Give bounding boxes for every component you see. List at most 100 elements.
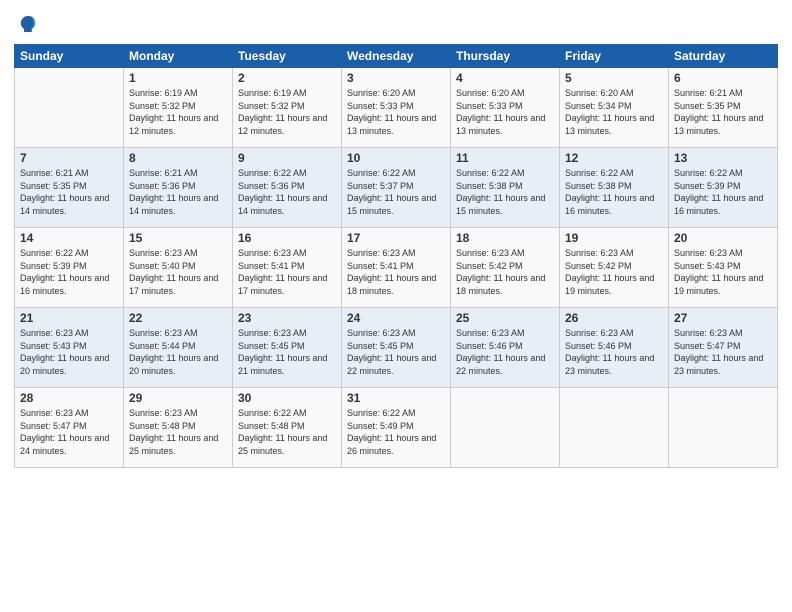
calendar-cell: 31Sunrise: 6:22 AMSunset: 5:49 PMDayligh… [342,388,451,468]
weekday-header-thursday: Thursday [451,45,560,68]
calendar-cell: 20Sunrise: 6:23 AMSunset: 5:43 PMDayligh… [669,228,778,308]
day-number: 28 [20,391,118,405]
day-info: Sunrise: 6:23 AMSunset: 5:41 PMDaylight:… [347,247,445,297]
weekday-header-sunday: Sunday [15,45,124,68]
day-number: 14 [20,231,118,245]
calendar-cell: 1 Sunrise: 6:19 AMSunset: 5:32 PMDaylight… [124,68,233,148]
week-row-4: 21 Sunrise: 6:23 AMSunset: 5:43 PMDayligh… [15,308,778,388]
calendar-cell: 4 Sunrise: 6:20 AMSunset: 5:33 PMDaylight… [451,68,560,148]
day-info: Sunrise: 6:23 AMSunset: 5:42 PMDaylight:… [456,247,554,297]
week-row-2: 7 Sunrise: 6:21 AMSunset: 5:35 PMDaylight… [15,148,778,228]
calendar-cell: 18Sunrise: 6:23 AMSunset: 5:42 PMDayligh… [451,228,560,308]
day-info: Sunrise: 6:22 AMSunset: 5:39 PMDaylight:… [20,247,118,297]
day-info: Sunrise: 6:23 AMSunset: 5:42 PMDaylight:… [565,247,663,297]
day-info: Sunrise: 6:23 AMSunset: 5:44 PMDaylight:… [129,327,227,377]
calendar-cell: 21 Sunrise: 6:23 AMSunset: 5:43 PMDayligh… [15,308,124,388]
calendar-cell: 22 Sunrise: 6:23 AMSunset: 5:44 PMDayligh… [124,308,233,388]
day-number: 5 [565,71,663,85]
day-number: 22 [129,311,227,325]
calendar-cell: 19 Sunrise: 6:23 AMSunset: 5:42 PMDayligh… [560,228,669,308]
day-info: Sunrise: 6:20 AMSunset: 5:34 PMDaylight:… [565,87,663,137]
day-info: Sunrise: 6:20 AMSunset: 5:33 PMDaylight:… [347,87,445,137]
day-info: Sunrise: 6:19 AMSunset: 5:32 PMDaylight:… [238,87,336,137]
header [14,12,778,36]
day-info: Sunrise: 6:22 AMSunset: 5:38 PMDaylight:… [565,167,663,217]
day-number: 6 [674,71,772,85]
day-number: 17 [347,231,445,245]
day-number: 25 [456,311,554,325]
week-row-3: 14 Sunrise: 6:22 AMSunset: 5:39 PMDayligh… [15,228,778,308]
calendar-cell [451,388,560,468]
calendar-cell: 12 Sunrise: 6:22 AMSunset: 5:38 PMDayligh… [560,148,669,228]
calendar-cell: 3 Sunrise: 6:20 AMSunset: 5:33 PMDaylight… [342,68,451,148]
day-info: Sunrise: 6:23 AMSunset: 5:43 PMDaylight:… [20,327,118,377]
calendar-cell: 6 Sunrise: 6:21 AMSunset: 5:35 PMDaylight… [669,68,778,148]
week-row-1: 1 Sunrise: 6:19 AMSunset: 5:32 PMDaylight… [15,68,778,148]
calendar-cell: 23 Sunrise: 6:23 AMSunset: 5:45 PMDayligh… [233,308,342,388]
day-number: 23 [238,311,336,325]
calendar-cell: 2 Sunrise: 6:19 AMSunset: 5:32 PMDaylight… [233,68,342,148]
day-info: Sunrise: 6:23 AMSunset: 5:46 PMDaylight:… [456,327,554,377]
logo [14,12,42,36]
day-info: Sunrise: 6:23 AMSunset: 5:47 PMDaylight:… [674,327,772,377]
calendar-cell: 24 Sunrise: 6:23 AMSunset: 5:45 PMDayligh… [342,308,451,388]
day-number: 13 [674,151,772,165]
calendar-cell: 9 Sunrise: 6:22 AMSunset: 5:36 PMDaylight… [233,148,342,228]
logo-icon [16,12,40,36]
day-info: Sunrise: 6:23 AMSunset: 5:47 PMDaylight:… [20,407,118,457]
day-number: 9 [238,151,336,165]
day-number: 10 [347,151,445,165]
calendar-cell [560,388,669,468]
calendar-cell: 8 Sunrise: 6:21 AMSunset: 5:36 PMDaylight… [124,148,233,228]
calendar-table: SundayMondayTuesdayWednesdayThursdayFrid… [14,44,778,468]
calendar-cell [15,68,124,148]
calendar-cell: 14 Sunrise: 6:22 AMSunset: 5:39 PMDayligh… [15,228,124,308]
day-info: Sunrise: 6:22 AMSunset: 5:49 PMDaylight:… [347,407,445,457]
day-info: Sunrise: 6:23 AMSunset: 5:40 PMDaylight:… [129,247,227,297]
calendar-cell: 5 Sunrise: 6:20 AMSunset: 5:34 PMDaylight… [560,68,669,148]
weekday-header-monday: Monday [124,45,233,68]
day-info: Sunrise: 6:21 AMSunset: 5:35 PMDaylight:… [20,167,118,217]
day-number: 21 [20,311,118,325]
calendar-cell: 11Sunrise: 6:22 AMSunset: 5:38 PMDayligh… [451,148,560,228]
day-number: 1 [129,71,227,85]
weekday-header-row: SundayMondayTuesdayWednesdayThursdayFrid… [15,45,778,68]
day-number: 7 [20,151,118,165]
day-number: 26 [565,311,663,325]
day-number: 3 [347,71,445,85]
calendar-cell: 15 Sunrise: 6:23 AMSunset: 5:40 PMDayligh… [124,228,233,308]
day-info: Sunrise: 6:22 AMSunset: 5:36 PMDaylight:… [238,167,336,217]
day-info: Sunrise: 6:22 AMSunset: 5:39 PMDaylight:… [674,167,772,217]
day-info: Sunrise: 6:22 AMSunset: 5:48 PMDaylight:… [238,407,336,457]
day-info: Sunrise: 6:21 AMSunset: 5:36 PMDaylight:… [129,167,227,217]
day-number: 16 [238,231,336,245]
day-number: 24 [347,311,445,325]
calendar-cell: 29 Sunrise: 6:23 AMSunset: 5:48 PMDayligh… [124,388,233,468]
day-info: Sunrise: 6:23 AMSunset: 5:45 PMDaylight:… [347,327,445,377]
calendar-cell: 7 Sunrise: 6:21 AMSunset: 5:35 PMDaylight… [15,148,124,228]
calendar-cell: 30Sunrise: 6:22 AMSunset: 5:48 PMDayligh… [233,388,342,468]
week-row-5: 28 Sunrise: 6:23 AMSunset: 5:47 PMDayligh… [15,388,778,468]
day-number: 8 [129,151,227,165]
day-number: 19 [565,231,663,245]
calendar-cell: 26 Sunrise: 6:23 AMSunset: 5:46 PMDayligh… [560,308,669,388]
day-number: 12 [565,151,663,165]
calendar-cell: 27Sunrise: 6:23 AMSunset: 5:47 PMDayligh… [669,308,778,388]
day-info: Sunrise: 6:23 AMSunset: 5:46 PMDaylight:… [565,327,663,377]
weekday-header-tuesday: Tuesday [233,45,342,68]
day-info: Sunrise: 6:19 AMSunset: 5:32 PMDaylight:… [129,87,227,137]
day-number: 29 [129,391,227,405]
day-number: 15 [129,231,227,245]
day-number: 2 [238,71,336,85]
day-info: Sunrise: 6:20 AMSunset: 5:33 PMDaylight:… [456,87,554,137]
day-info: Sunrise: 6:22 AMSunset: 5:38 PMDaylight:… [456,167,554,217]
calendar-cell: 10Sunrise: 6:22 AMSunset: 5:37 PMDayligh… [342,148,451,228]
day-info: Sunrise: 6:23 AMSunset: 5:48 PMDaylight:… [129,407,227,457]
day-info: Sunrise: 6:21 AMSunset: 5:35 PMDaylight:… [674,87,772,137]
day-info: Sunrise: 6:23 AMSunset: 5:43 PMDaylight:… [674,247,772,297]
calendar-cell: 13 Sunrise: 6:22 AMSunset: 5:39 PMDayligh… [669,148,778,228]
day-number: 4 [456,71,554,85]
day-info: Sunrise: 6:23 AMSunset: 5:45 PMDaylight:… [238,327,336,377]
weekday-header-wednesday: Wednesday [342,45,451,68]
weekday-header-friday: Friday [560,45,669,68]
